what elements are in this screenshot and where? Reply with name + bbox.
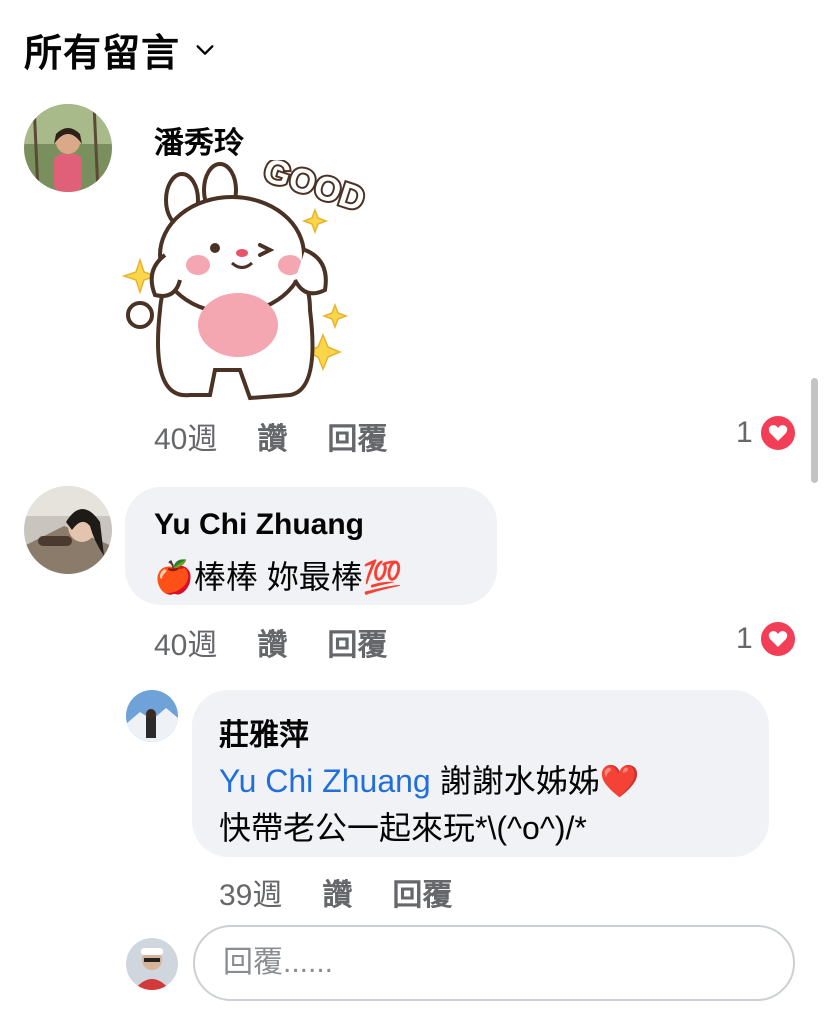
like-button[interactable]: 讚 [257,620,287,664]
avatar[interactable] [24,104,112,192]
chevron-down-icon[interactable] [194,39,216,61]
comment-author[interactable]: 潘秀玲 [154,118,244,162]
comment-meta: 40週 讚 回覆 [154,620,427,664]
avatar[interactable] [24,486,112,574]
comment-time[interactable]: 40週 [154,620,217,664]
like-button[interactable]: 讚 [257,414,287,458]
reply-button[interactable]: 回覆 [327,620,387,664]
comment-author[interactable]: Yu Chi Zhuang [154,508,364,542]
comment-meta: 40週 讚 回覆 [154,414,427,458]
heart-icon [758,414,797,452]
reply-author[interactable]: 莊雅萍 [219,710,309,754]
reply-time[interactable]: 39週 [219,870,282,914]
reaction-count[interactable]: 1 [736,620,797,658]
reply-button[interactable]: 回覆 [327,414,387,458]
reaction-count[interactable]: 1 [736,414,797,452]
reply-input[interactable] [195,927,793,999]
heart-icon [758,620,797,658]
reply-text: 謝謝水姊姊❤️ [430,763,640,799]
page-title: 所有留言 [24,33,181,75]
comment-time[interactable]: 40週 [154,414,217,458]
comments-header[interactable]: 所有留言 [24,22,216,77]
reply-input-box[interactable] [193,925,795,1001]
mention-link[interactable]: Yu Chi Zhuang [219,763,431,799]
comment-text: 🍎棒棒 妳最棒💯 [154,559,403,595]
reply-text-line2: 快帶老公一起來玩*\(^o^)/* [219,810,587,846]
reply-button[interactable]: 回覆 [392,870,452,914]
current-user-avatar [126,938,178,990]
reply-meta: 39週 讚 回覆 [219,870,492,914]
scrollbar[interactable] [811,378,818,483]
like-button[interactable]: 讚 [322,870,352,914]
reaction-count-text: 1 [736,622,753,655]
reaction-count-text: 1 [736,416,753,449]
reply-text-line1: Yu Chi Zhuang 謝謝水姊姊❤️ [219,756,639,802]
good-sticker: GOOD [120,149,375,405]
avatar[interactable] [126,690,178,742]
